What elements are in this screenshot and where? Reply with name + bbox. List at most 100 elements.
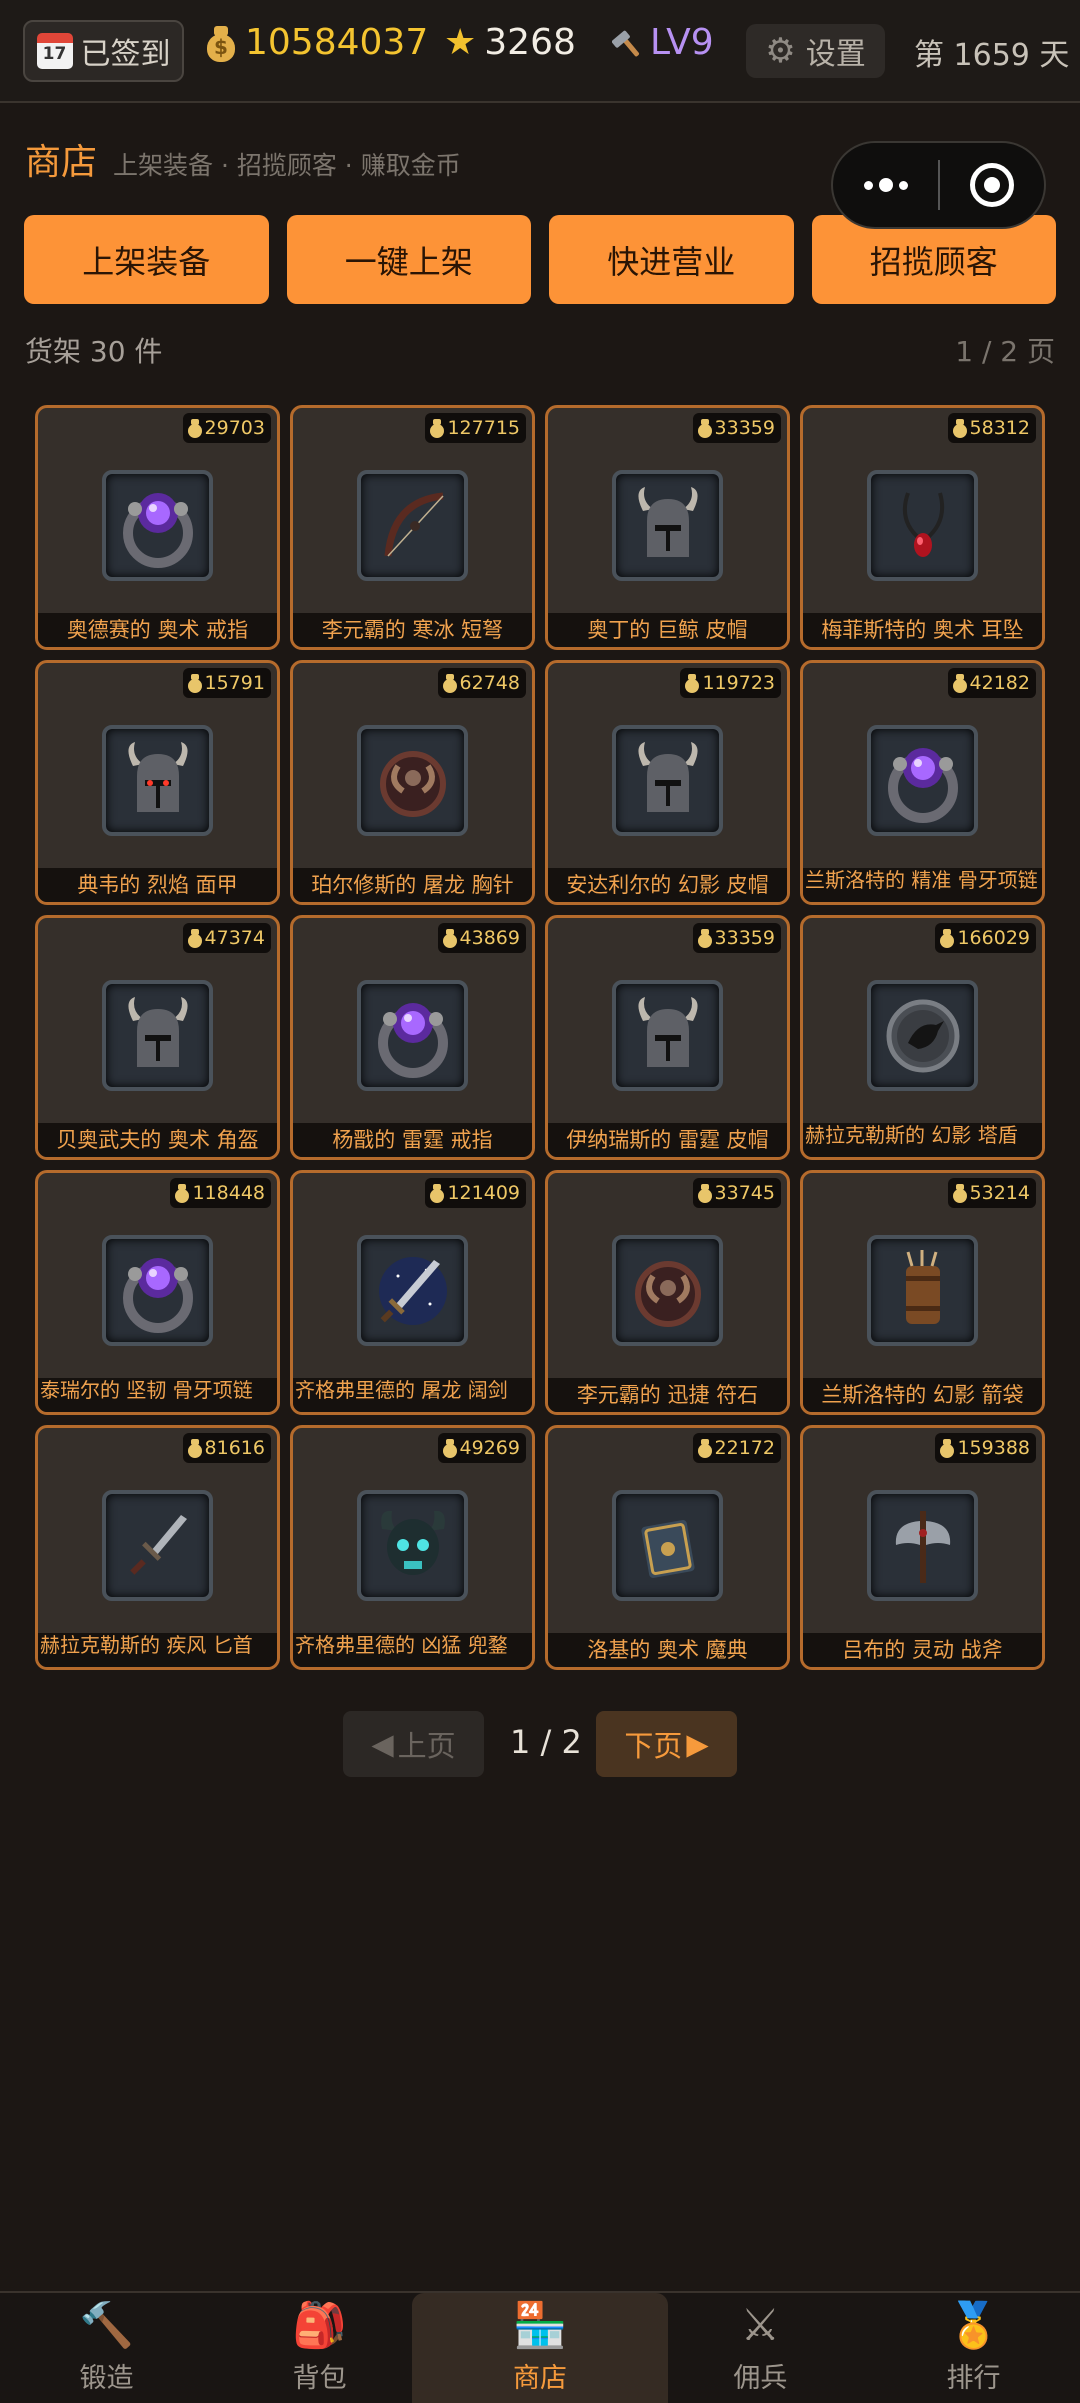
shop-item-card[interactable]: 43869 杨戬的 雷霆 戒指	[290, 915, 535, 1160]
bow-icon	[357, 470, 468, 581]
item-price-value: 127715	[447, 417, 520, 439]
gold-amount: 10584037	[245, 22, 429, 63]
item-price-value: 118448	[192, 1182, 265, 1204]
shop-item-card[interactable]: 33359 奥丁的 巨鲸 皮帽	[545, 405, 790, 650]
gold-balance: 10584037	[205, 22, 428, 63]
shop-item-card[interactable]: 49269 齐格弗里德的 凶猛 兜鍪	[290, 1425, 535, 1670]
triangle-right-icon: ▶	[686, 1727, 709, 1761]
fast-forward-business-button[interactable]: 快进营业	[549, 215, 794, 304]
skull-helm-icon	[357, 1490, 468, 1601]
checkin-button[interactable]: 17 已签到	[23, 20, 184, 82]
item-price: 29703	[182, 413, 271, 443]
money-bag-icon	[187, 928, 203, 948]
item-name: 杨戬的 雷霆 戒指	[293, 1123, 532, 1157]
item-price-value: 29703	[204, 417, 265, 439]
ram-ring-icon	[357, 725, 468, 836]
page-subtitle: 上架装备 · 招揽顾客 · 赚取金币	[113, 151, 461, 180]
more-options-icon[interactable]	[833, 178, 938, 192]
backpack-icon: 🎒	[292, 2299, 348, 2351]
page-number: 1 / 2	[510, 1723, 582, 1761]
item-price: 49269	[437, 1433, 526, 1463]
shop-item-card[interactable]: 58312 梅菲斯特的 奥术 耳坠	[800, 405, 1045, 650]
item-price-value: 22172	[714, 1437, 775, 1459]
tab-forge[interactable]: 🔨 锻造	[0, 2293, 213, 2403]
shelf-grid: 29703 奥德赛的 奥术 戒指 127715 李元霸的 寒冰 短弩 33359 奥丁的 …	[35, 405, 1046, 1670]
item-name: 伊纳瑞斯的 雷霆 皮帽	[548, 1123, 787, 1157]
money-bag-icon	[429, 1183, 445, 1203]
item-price: 33745	[692, 1178, 781, 1208]
money-bag-icon	[684, 673, 700, 693]
tome-icon	[612, 1490, 723, 1601]
list-equipment-button[interactable]: 上架装备	[24, 215, 269, 304]
money-bag-icon	[697, 1438, 713, 1458]
tab-mercenary[interactable]: ⚔ 佣兵	[654, 2293, 867, 2403]
tab-label: 锻造	[79, 2362, 134, 2394]
item-price-value: 33359	[714, 417, 775, 439]
item-name: 李元霸的 迅捷 符石	[548, 1378, 787, 1412]
item-price: 166029	[935, 923, 1036, 953]
item-price: 22172	[692, 1433, 781, 1463]
shop-item-card[interactable]: 121409 齐格弗里德的 屠龙 阔剑	[290, 1170, 535, 1415]
money-bag-icon	[187, 418, 203, 438]
shop-item-card[interactable]: 15791 典韦的 烈焰 面甲	[35, 660, 280, 905]
medal-icon: 🏅	[946, 2299, 1001, 2351]
item-name: 赫拉克勒斯的 幻影 塔盾	[803, 1123, 1042, 1157]
dagger-icon	[102, 1490, 213, 1601]
ram-ring-icon	[612, 1235, 723, 1346]
tab-label: 佣兵	[733, 2362, 788, 2394]
money-bag-icon	[697, 418, 713, 438]
next-page-button[interactable]: 下页 ▶	[596, 1711, 737, 1777]
purple-ring-icon	[102, 470, 213, 581]
shop-item-card[interactable]: 118448 泰瑞尔的 坚韧 骨牙项链	[35, 1170, 280, 1415]
tab-backpack[interactable]: 🎒 背包	[213, 2293, 426, 2403]
shop-item-card[interactable]: 81616 赫拉克勒斯的 疾风 匕首	[35, 1425, 280, 1670]
item-name: 梅菲斯特的 奥术 耳坠	[803, 613, 1042, 647]
shop-item-card[interactable]: 33745 李元霸的 迅捷 符石	[545, 1170, 790, 1415]
top-status-bar: 17 已签到 10584037 ★ 3268 LV9 ⚙ 设置 第 1659 天	[0, 0, 1080, 103]
item-name: 奥丁的 巨鲸 皮帽	[548, 613, 787, 647]
item-name: 洛基的 奥术 魔典	[548, 1633, 787, 1667]
hammer-icon: 🔨	[79, 2299, 134, 2351]
shelf-count: 货架 30 件	[25, 335, 163, 368]
list-all-button[interactable]: 一键上架	[286, 215, 531, 304]
shop-item-card[interactable]: 29703 奥德赛的 奥术 戒指	[35, 405, 280, 650]
shop-item-card[interactable]: 42182 兰斯洛特的 精准 骨牙项链	[800, 660, 1045, 905]
money-bag-icon	[939, 1438, 955, 1458]
item-name: 吕布的 灵动 战斧	[803, 1633, 1042, 1667]
day-counter: 第 1659 天	[914, 38, 1070, 73]
item-price: 121409	[425, 1178, 526, 1208]
money-bag-icon	[442, 928, 458, 948]
close-miniprogram-icon[interactable]	[940, 163, 1044, 207]
item-price: 62748	[437, 668, 526, 698]
shop-item-card[interactable]: 159388 吕布的 灵动 战斧	[800, 1425, 1045, 1670]
tab-label: 排行	[946, 2362, 1001, 2394]
tab-shop[interactable]: 🏪 商店	[412, 2293, 668, 2403]
horned-helmet-icon	[612, 470, 723, 581]
item-name: 奥德赛的 奥术 戒指	[38, 613, 277, 647]
tab-ranking[interactable]: 🏅 排行	[867, 2293, 1080, 2403]
shop-item-card[interactable]: 62748 珀尔修斯的 屠龙 胸针	[290, 660, 535, 905]
money-bag-icon	[205, 24, 237, 62]
shop-item-card[interactable]: 127715 李元霸的 寒冰 短弩	[290, 405, 535, 650]
horned-helmet-red-icon	[102, 725, 213, 836]
item-price: 15791	[182, 668, 271, 698]
shop-item-card[interactable]: 166029 赫拉克勒斯的 幻影 塔盾	[800, 915, 1045, 1160]
shop-item-card[interactable]: 22172 洛基的 奥术 魔典	[545, 1425, 790, 1670]
purple-ring-icon	[867, 725, 978, 836]
settings-button[interactable]: ⚙ 设置	[746, 24, 885, 78]
prev-page-button[interactable]: ◀ 上页	[343, 1711, 484, 1777]
money-bag-icon	[187, 1438, 203, 1458]
battle-axe-icon	[867, 1490, 978, 1601]
item-price: 118448	[170, 1178, 271, 1208]
hammer-icon	[612, 30, 639, 56]
pagination: ◀ 上页 1 / 2 下页 ▶	[0, 1711, 1080, 1777]
item-price-value: 42182	[969, 672, 1030, 694]
item-name: 泰瑞尔的 坚韧 骨牙项链	[38, 1378, 277, 1412]
shop-item-card[interactable]: 33359 伊纳瑞斯的 雷霆 皮帽	[545, 915, 790, 1160]
shop-item-card[interactable]: 47374 贝奥武夫的 奥术 角盔	[35, 915, 280, 1160]
shop-item-card[interactable]: 53214 兰斯洛特的 幻影 箭袋	[800, 1170, 1045, 1415]
page-header: 商店 上架装备 · 招揽顾客 · 赚取金币	[25, 133, 461, 185]
item-price: 43869	[437, 923, 526, 953]
shop-item-card[interactable]: 119723 安达利尔的 幻影 皮帽	[545, 660, 790, 905]
money-bag-icon	[442, 673, 458, 693]
